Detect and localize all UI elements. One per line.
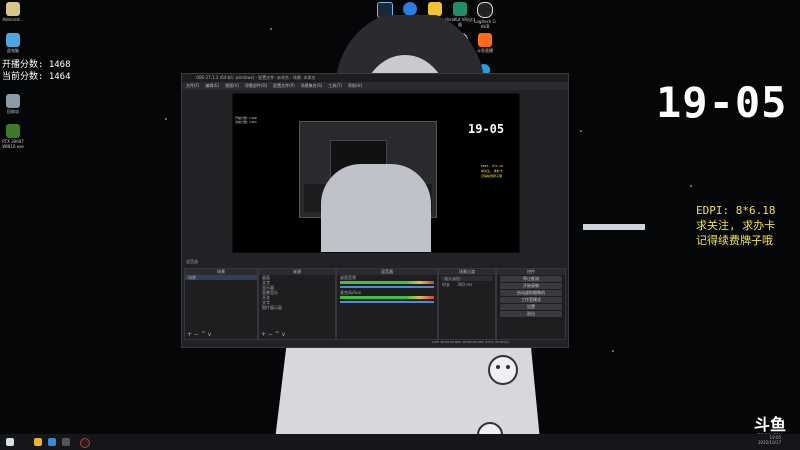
edpi-line: 求关注, 求办卡 (696, 219, 776, 232)
douyu-brand: 斗鱼 (753, 415, 786, 434)
star-dot (580, 130, 582, 132)
transitions-header: 场景过渡 (439, 269, 495, 275)
menu-view[interactable]: 视图(V) (225, 82, 239, 90)
desktop-icon-rtx[interactable]: RTX 30607 WIN10.exe (0, 124, 28, 149)
star-dot (612, 350, 614, 352)
settings-button[interactable]: 设置 (500, 304, 562, 310)
mixer-meter (340, 281, 434, 284)
yy-icon (428, 2, 442, 16)
preview-figure (321, 164, 431, 252)
preview-edpi: EDPI: 8*6.18 求关注, 求办卡 记得续费牌子哦 (481, 164, 503, 179)
mixer-track-name: 麦克风/Aux (340, 290, 361, 295)
sources-panel: 来源 画面 文字 显示器 背景音乐 开关 文字 图片展示窗 + − ^ v (258, 268, 336, 340)
obs-menu-bar: 文件(F) 编辑(E) 视图(V) 停靠部件(D) 配置文件(P) 场景集合(S… (182, 82, 568, 90)
source-item[interactable]: 图片展示窗 (259, 305, 335, 310)
menu-docks[interactable]: 停靠部件(D) (245, 82, 267, 90)
preview-score-line: 当前分数: 1464 (235, 120, 257, 124)
scene-item[interactable]: 场景 (185, 275, 257, 280)
exit-button[interactable]: 退出 (500, 311, 562, 317)
taskbar-steam-icon[interactable] (48, 438, 56, 446)
taskbar: 19:05 2022/10/17 (0, 434, 800, 450)
desktop-icon-label: 此电脑 (7, 48, 19, 53)
duration-label: 时长 (442, 282, 450, 287)
desktop-icon-this-pc[interactable]: 此电脑 (0, 33, 28, 53)
controls-header: 控件 (497, 269, 565, 275)
status-bar: LIVE: 00:00:00 REC: 00:00:00 CPU: 3.5%, … (432, 340, 510, 344)
duration-row: 时长 300 ms (439, 282, 495, 287)
clock-display: 19-05 (656, 78, 788, 127)
mixer-panel: 混音器 桌面音频 麦克风/Aux (336, 268, 438, 340)
score-current: 当前分数: 1464 (2, 72, 71, 82)
obs-preview[interactable]: 开播分数: 1468 当前分数: 1464 19-05 EDPI: 8*6.18… (232, 93, 520, 253)
taskbar-obs-icon[interactable] (80, 438, 90, 448)
desktop-icon-label: 回收站 (7, 109, 19, 114)
edpi-overlay: EDPI: 8*6.18 求关注, 求办卡 记得续费牌子哦 (696, 203, 775, 248)
menu-file[interactable]: 文件(F) (186, 82, 199, 90)
taskbar-clock: 19:05 2022/10/17 (758, 435, 781, 445)
edpi-line: EDPI: 8*6.18 (696, 204, 776, 217)
menu-help[interactable]: 帮助(H) (348, 82, 362, 90)
start-recording-button[interactable]: 开始录制 (500, 283, 562, 289)
recycle-bin-icon (6, 94, 20, 108)
desktop-icon-admin[interactable]: Administ... (0, 2, 28, 22)
stop-streaming-button[interactable]: 停止推流 (500, 276, 562, 282)
transition-select[interactable]: 淡入淡出 (441, 276, 493, 281)
preview-score: 开播分数: 1468 当前分数: 1464 (235, 116, 257, 124)
nvidia-icon (6, 124, 20, 138)
transitions-panel: 场景过渡 淡入淡出 时长 300 ms (438, 268, 496, 340)
obs-window[interactable]: OBS 27.1.3 (64-bit, windows) - 配置文件: 未命名… (181, 73, 569, 348)
menu-profile[interactable]: 配置文件(P) (273, 82, 295, 90)
audio-mixer-label: 混音器 (186, 259, 198, 264)
star-dot (270, 28, 272, 30)
obs-title-bar: OBS 27.1.3 (64-bit, windows) - 配置文件: 未命名… (182, 74, 568, 82)
user-folder-icon (6, 2, 20, 16)
controls-panel: 控件 停止推流 开始录制 启动虚拟摄像机 工作室模式 设置 退出 (496, 268, 566, 340)
menu-edit[interactable]: 编辑(E) (205, 82, 219, 90)
menu-tools[interactable]: 工具(T) (328, 82, 342, 90)
computer-icon (6, 33, 20, 47)
virtual-camera-button[interactable]: 启动虚拟摄像机 (500, 290, 562, 296)
menu-scene-collection[interactable]: 场景集合(S) (301, 82, 323, 90)
studio-mode-button[interactable]: 工作室模式 (500, 297, 562, 303)
verakut-icon (453, 2, 467, 16)
mixer-slider[interactable] (340, 286, 434, 288)
source-buttons[interactable]: + − ^ v (261, 331, 285, 338)
preview-clock: 19-05 (468, 122, 505, 136)
star-dot (165, 118, 167, 120)
audio-mixer-toolbar: 混音器 (186, 259, 564, 265)
scene-buttons[interactable]: + − ^ v (187, 331, 211, 338)
taskbar-app-icon[interactable] (62, 438, 70, 446)
taskbar-app-icon[interactable] (34, 438, 42, 446)
scenes-panel: 场景 场景 + − ^ v (184, 268, 258, 340)
preview-edpi-line: 记得续费牌子哦 (481, 174, 503, 178)
mixer-meter (340, 296, 434, 299)
tooltip-bar (583, 224, 645, 230)
edpi-line: 记得续费牌子哦 (696, 234, 773, 247)
mixer-track-name: 桌面音频 (340, 275, 356, 280)
app-icon (403, 2, 417, 16)
duration-input[interactable]: 300 ms (457, 282, 472, 287)
mixer-slider[interactable] (340, 301, 434, 303)
desktop-icon-label: Administ... (2, 17, 24, 22)
desktop-icon-recycle-bin[interactable]: 回收站 (0, 94, 28, 114)
desktop-icon-label: RTX 30607 WIN10.exe (2, 139, 24, 149)
taskbar-date: 2022/10/17 (758, 440, 782, 445)
star-dot (690, 185, 692, 187)
windows-start-icon[interactable] (6, 438, 14, 446)
